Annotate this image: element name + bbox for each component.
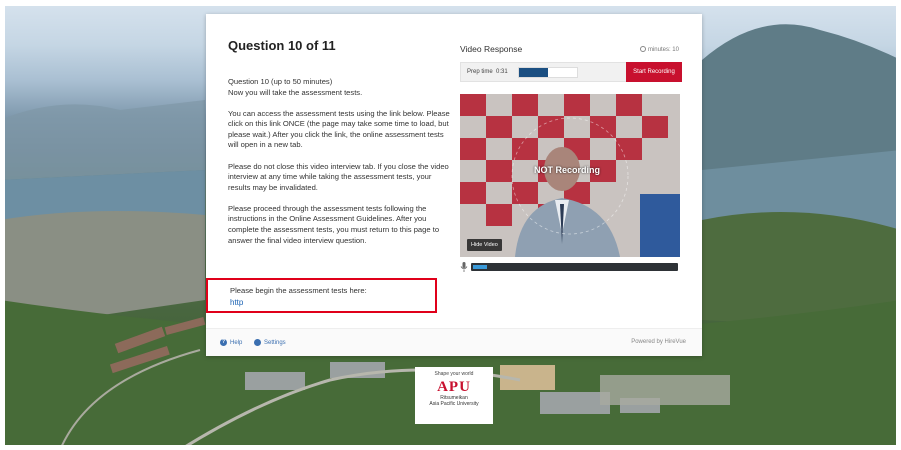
logo-mark: APU [437, 379, 471, 395]
start-recording-button[interactable]: Start Recording [626, 62, 682, 82]
powered-by: Powered by HireVue [631, 339, 686, 345]
prep-progress-fill [519, 68, 548, 77]
prep-time-value: 0:31 [496, 69, 508, 75]
microphone-level-fill [473, 265, 488, 269]
instruction-paragraph-4: Please proceed through the assessment te… [228, 203, 440, 245]
apu-logo: Shape your world APU Ritsumeikan Asia Pa… [415, 367, 493, 424]
gear-icon [254, 339, 261, 346]
prep-time-label: Prep time 0:31 [467, 69, 508, 75]
logo-university-line-2: Asia Pacific University [429, 401, 479, 407]
help-label: Help [230, 339, 243, 346]
time-limit: minutes: 10 [639, 46, 679, 53]
recording-status: NOT Recording [534, 165, 601, 175]
question-title: Question 10 of 11 [228, 38, 336, 53]
time-limit-text: minutes: 10 [647, 47, 679, 53]
prep-label-text: Prep time [467, 69, 493, 75]
assessment-link-box: Please begin the assessment tests here: … [206, 278, 437, 313]
prep-progress-track [518, 67, 578, 78]
video-response-title: Video Response [460, 44, 523, 54]
microphone-icon [460, 262, 468, 272]
help-link[interactable]: ? Help [220, 339, 242, 346]
logo-tagline: Shape your world [434, 371, 474, 377]
instruction-paragraph-3: Please do not close this video interview… [228, 161, 449, 192]
clock-icon [639, 46, 646, 52]
hide-video-button[interactable]: Hide Video [467, 239, 502, 251]
question-instructions: Question 10 (up to 50 minutes) Now you w… [228, 77, 453, 257]
webcam-feed [460, 94, 680, 257]
microphone-level-meter [471, 263, 678, 271]
interview-card: Question 10 of 11 Question 10 (up to 50 … [206, 14, 702, 356]
settings-link[interactable]: Settings [254, 339, 286, 346]
settings-label: Settings [264, 339, 286, 346]
video-preview: NOT Recording Hide Video [460, 94, 680, 257]
card-footer: ? Help Settings Powered by HireVue [206, 328, 702, 356]
begin-label: Please begin the assessment tests here: [230, 286, 367, 295]
assessment-link[interactable]: http [230, 298, 435, 307]
instruction-paragraph-1: Question 10 (up to 50 minutes) Now you w… [228, 77, 363, 97]
instruction-paragraph-2: You can access the assessment tests usin… [228, 108, 450, 150]
help-icon: ? [220, 339, 227, 346]
prep-time-bar: Prep time 0:31 Start Recording [460, 62, 682, 82]
